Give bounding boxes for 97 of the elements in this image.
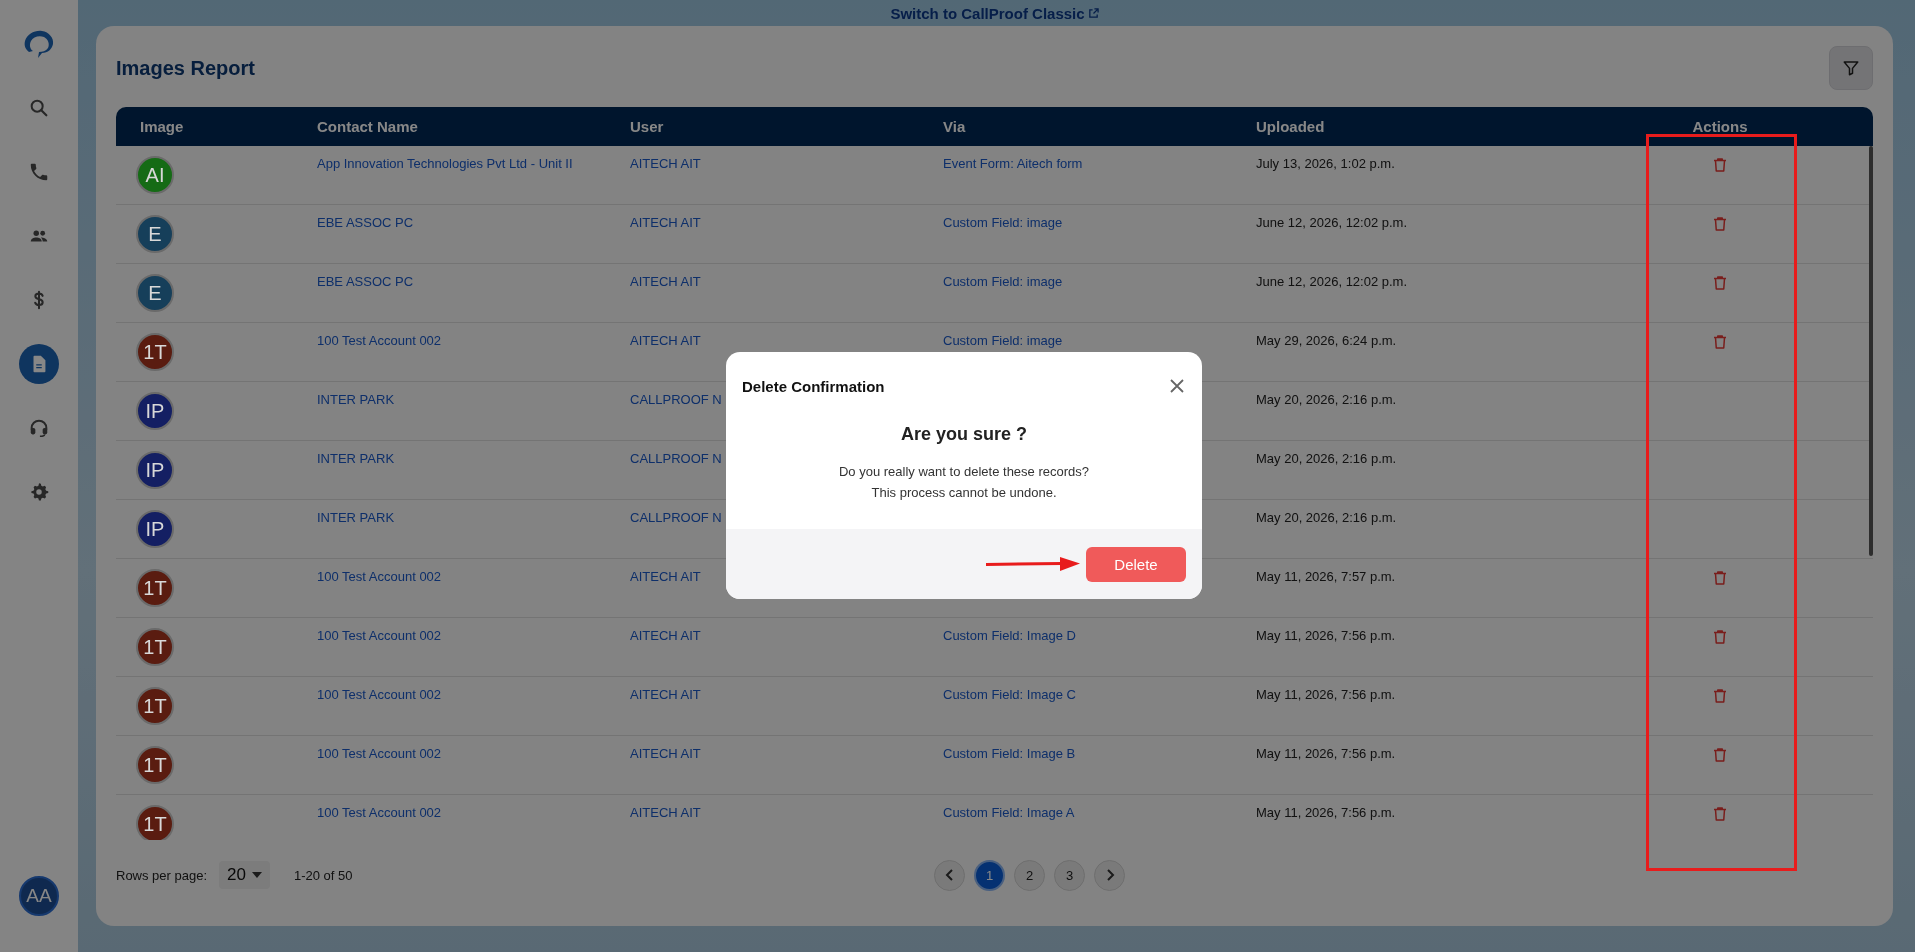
filter-button[interactable] <box>1829 46 1873 90</box>
table-cell: May 11, 2026, 7:56 p.m. <box>1256 628 1396 643</box>
contact-link[interactable]: INTER PARK <box>317 451 395 466</box>
initials-avatar: AI <box>136 156 174 194</box>
via-link[interactable]: Custom Field: image <box>943 274 1063 289</box>
contact-link[interactable]: 100 Test Account 002 <box>317 569 442 584</box>
column-header: Image <box>139 118 185 135</box>
trash-icon[interactable] <box>1711 274 1729 292</box>
user-link[interactable]: AITECH AIT <box>630 156 701 171</box>
next-page-button[interactable] <box>1094 859 1125 891</box>
table-cell: May 29, 2026, 6:24 p.m. <box>1256 333 1397 348</box>
contact-link[interactable]: INTER PARK <box>317 510 395 525</box>
user-link[interactable]: AITECH AIT <box>630 569 701 584</box>
user-link[interactable]: AITECH AIT <box>630 333 701 348</box>
rows-per-page-label: Rows per page: <box>116 867 208 883</box>
user-link[interactable]: AITECH AIT <box>630 274 701 289</box>
contact-link[interactable]: INTER PARK <box>317 392 395 407</box>
table-cell: July 13, 2026, 1:02 p.m. <box>1256 156 1395 171</box>
table-cell: May 11, 2026, 7:57 p.m. <box>1256 569 1396 584</box>
via-link[interactable]: Custom Field: image <box>943 333 1063 348</box>
caret-icon <box>252 872 262 878</box>
phone-icon <box>28 161 50 183</box>
table-cell: May 20, 2026, 2:16 p.m. <box>1256 392 1397 407</box>
trash-icon[interactable] <box>1711 333 1729 351</box>
user-link[interactable]: AITECH AIT <box>630 628 701 643</box>
user-avatar[interactable]: AA <box>19 876 59 916</box>
initials-avatar: 1T <box>136 746 174 784</box>
trash-icon[interactable] <box>1711 746 1729 764</box>
contact-link[interactable]: EBE ASSOC PC <box>317 274 414 289</box>
dialog-heading: Are you sure ? <box>900 424 1027 445</box>
user-link[interactable]: AITECH AIT <box>630 805 701 820</box>
search-icon <box>28 97 50 119</box>
table-cell: May 11, 2026, 7:56 p.m. <box>1256 746 1396 761</box>
sidebar-item[interactable] <box>19 344 59 384</box>
table-cell: May 20, 2026, 2:16 p.m. <box>1256 451 1397 466</box>
via-link[interactable]: Custom Field: image <box>943 215 1063 230</box>
headset-icon <box>28 417 50 439</box>
contact-link[interactable]: 100 Test Account 002 <box>317 687 442 702</box>
page-button[interactable]: 1 <box>974 859 1005 891</box>
user-link[interactable]: CALLPROOF N <box>630 451 722 466</box>
dialog-title: Delete Confirmation <box>742 377 885 395</box>
previous-page-button[interactable] <box>934 859 965 891</box>
table-cell: May 11, 2026, 7:56 p.m. <box>1256 687 1396 702</box>
user-link[interactable]: AITECH AIT <box>630 746 701 761</box>
table-cell: June 12, 2026, 12:02 p.m. <box>1256 274 1408 289</box>
contact-link[interactable]: 100 Test Account 002 <box>317 805 442 820</box>
contact-link[interactable]: EBE ASSOC PC <box>317 215 414 230</box>
classic-link[interactable]: Switch to CallProof Classic <box>890 4 1099 22</box>
page-button[interactable]: 2 <box>1014 859 1045 891</box>
settings-icon <box>28 481 50 503</box>
rows-per-page-select[interactable]: 20 <box>219 861 270 889</box>
initials-avatar: E <box>136 215 174 253</box>
page-title: Images Report <box>116 56 255 80</box>
filter-icon <box>1842 59 1860 77</box>
user-link[interactable]: AITECH AIT <box>630 687 701 702</box>
user-link[interactable]: CALLPROOF N <box>630 392 722 407</box>
dialog-message: Do you really want to delete these records? This process cannot be undone. <box>839 463 1089 502</box>
column-header: Uploaded <box>1256 118 1326 135</box>
contact-link[interactable]: 100 Test Account 002 <box>317 746 442 761</box>
close-icon[interactable] <box>1168 377 1186 395</box>
scrollbar[interactable] <box>1869 146 1873 556</box>
initials-avatar: IP <box>136 392 174 430</box>
via-link[interactable]: Custom Field: Image B <box>943 746 1076 761</box>
table-cell: June 12, 2026, 12:02 p.m. <box>1256 215 1408 230</box>
contact-link[interactable]: 100 Test Account 002 <box>317 333 442 348</box>
page-button[interactable]: 3 <box>1054 859 1085 891</box>
initials-avatar: 1T <box>136 687 174 725</box>
initials-avatar: IP <box>136 510 174 548</box>
initials-avatar: 1T <box>136 333 174 371</box>
contact-link[interactable]: 100 Test Account 002 <box>317 628 442 643</box>
external-link-icon <box>1087 7 1099 19</box>
trash-icon[interactable] <box>1711 569 1729 587</box>
initials-avatar: E <box>136 274 174 312</box>
column-header: Actions <box>1691 118 1749 135</box>
trash-icon[interactable] <box>1711 805 1729 823</box>
column-header: Contact Name <box>317 118 419 135</box>
column-header: Via <box>943 118 967 135</box>
delete-button[interactable]: Delete <box>1086 546 1186 582</box>
range-text: 1-20 of 50 <box>294 867 353 883</box>
via-link[interactable]: Custom Field: Image A <box>943 805 1075 820</box>
trash-icon[interactable] <box>1711 156 1729 174</box>
initials-avatar: IP <box>136 451 174 489</box>
user-link[interactable]: AITECH AIT <box>630 215 701 230</box>
trash-icon[interactable] <box>1711 215 1729 233</box>
via-link[interactable]: Custom Field: Image D <box>943 628 1076 643</box>
initials-avatar: 1T <box>136 628 174 666</box>
trash-icon[interactable] <box>1711 687 1729 705</box>
user-link[interactable]: CALLPROOF N <box>630 510 722 525</box>
trash-icon[interactable] <box>1711 628 1729 646</box>
via-link[interactable]: Event Form: Aitech form <box>943 156 1083 171</box>
via-link[interactable]: Custom Field: Image C <box>943 687 1076 702</box>
table-cell: May 11, 2026, 7:56 p.m. <box>1256 805 1396 820</box>
initials-avatar: 1T <box>136 805 174 840</box>
contact-link[interactable]: App Innovation Technologies Pvt Ltd - Unit II <box>317 156 573 171</box>
initials-avatar: 1T <box>136 569 174 607</box>
table-cell: May 20, 2026, 2:16 p.m. <box>1256 510 1397 525</box>
column-header: User <box>630 118 665 135</box>
